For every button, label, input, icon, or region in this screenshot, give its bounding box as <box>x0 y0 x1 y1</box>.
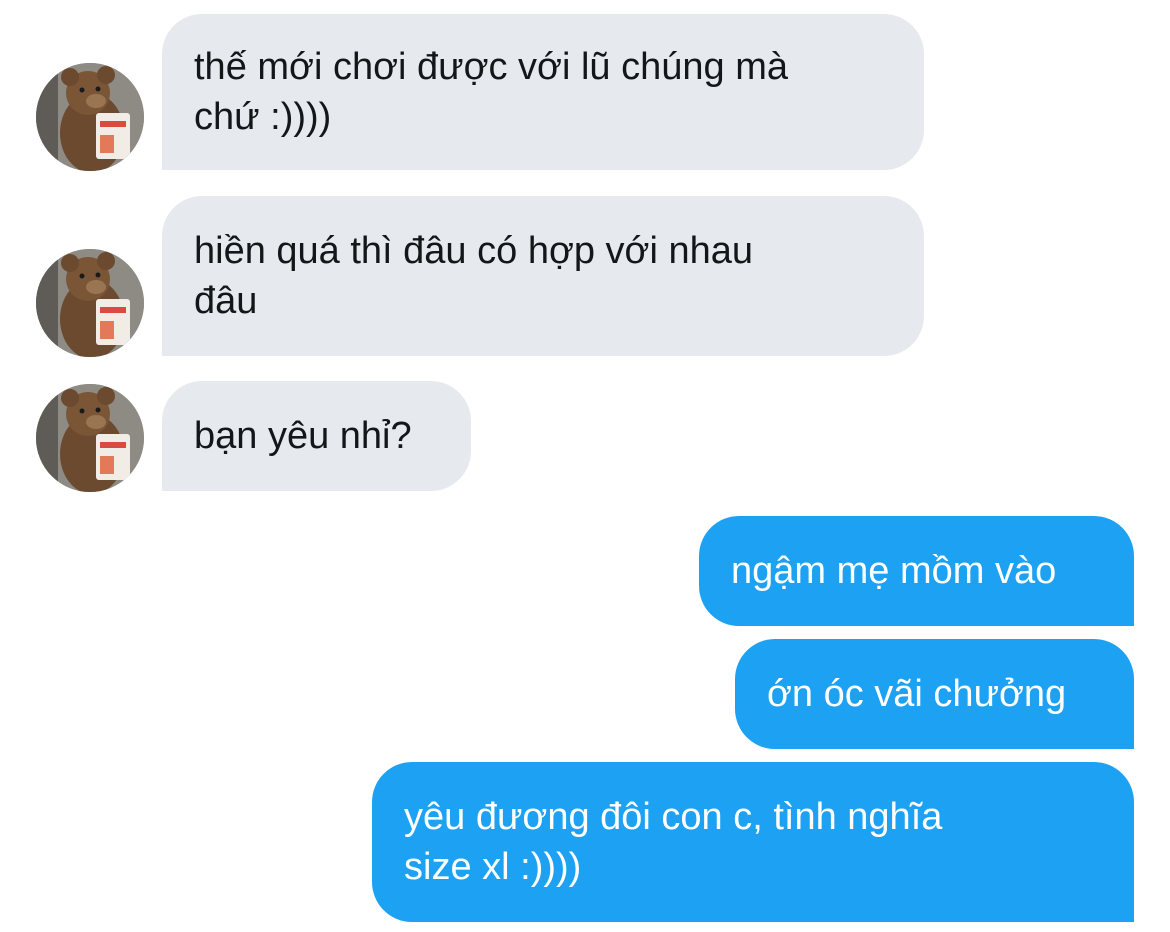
incoming-message-bubble[interactable]: thế mới chơi được với lũ chúng mà chứ :)… <box>162 14 924 170</box>
message-thread: thế mới chơi được với lũ chúng mà chứ :)… <box>0 0 1170 932</box>
teddy-bear-avatar-icon <box>36 63 144 171</box>
message-text: hiền quá thì đâu có hợp với nhau đâu <box>194 230 754 322</box>
sender-avatar[interactable] <box>36 249 144 357</box>
incoming-message-bubble[interactable]: hiền quá thì đâu có hợp với nhau đâu <box>162 196 924 356</box>
message-text: thế mới chơi được với lũ chúng mà chứ :)… <box>194 46 788 138</box>
message-text: ngậm mẹ mồm vào <box>731 550 1057 592</box>
outgoing-message-bubble[interactable]: ớn óc vãi chưởng <box>735 639 1134 749</box>
message-text: ớn óc vãi chưởng <box>767 673 1067 715</box>
message-text: yêu đương đôi con c, tình nghĩa size xl … <box>404 796 943 888</box>
sender-avatar[interactable] <box>36 63 144 171</box>
incoming-message-bubble[interactable]: bạn yêu nhỉ? <box>162 381 471 491</box>
outgoing-message-bubble[interactable]: yêu đương đôi con c, tình nghĩa size xl … <box>372 762 1134 922</box>
teddy-bear-avatar-icon <box>36 249 144 357</box>
sender-avatar[interactable] <box>36 384 144 492</box>
teddy-bear-avatar-icon <box>36 384 144 492</box>
message-text: bạn yêu nhỉ? <box>194 415 412 457</box>
outgoing-message-bubble[interactable]: ngậm mẹ mồm vào <box>699 516 1134 626</box>
